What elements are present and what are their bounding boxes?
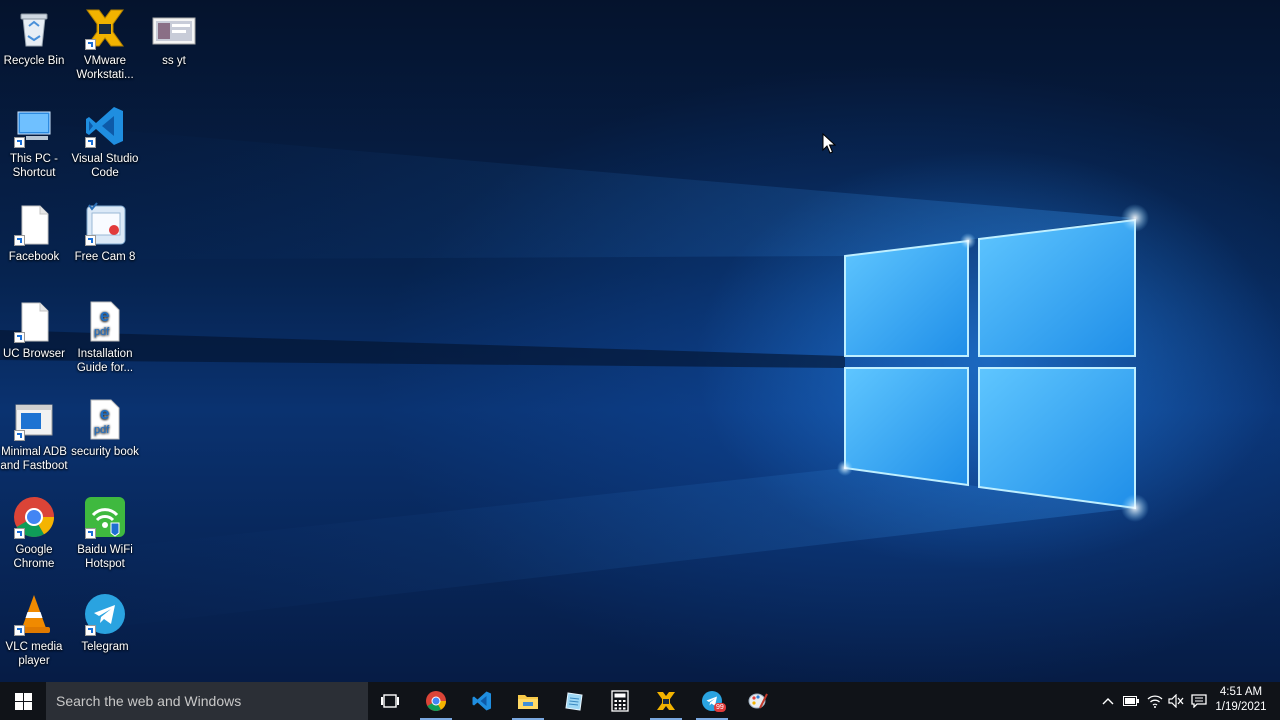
taskbar-app-calculator[interactable] bbox=[598, 682, 642, 720]
window-app-icon bbox=[12, 397, 56, 441]
recycle-bin-icon bbox=[12, 6, 56, 50]
action-center-button[interactable] bbox=[1187, 682, 1211, 720]
taskbar-app-chrome[interactable] bbox=[414, 682, 458, 720]
taskbar-app-notepad[interactable] bbox=[552, 682, 596, 720]
desktop-icon-vscode[interactable]: Visual Studio Code bbox=[69, 102, 141, 180]
svg-text:e: e bbox=[100, 306, 109, 325]
shortcut-arrow-icon bbox=[85, 137, 96, 148]
desktop-icon-installation-guide[interactable]: e pdf Installation Guide for... bbox=[69, 297, 141, 375]
desktop-icon-label: Facebook bbox=[8, 251, 60, 263]
taskbar-search-box[interactable]: Search the web and Windows bbox=[46, 682, 368, 720]
desktop-icon-google-chrome[interactable]: Google Chrome bbox=[0, 493, 70, 571]
desktop-icon-recycle-bin[interactable]: Recycle Bin bbox=[0, 4, 70, 68]
volume-button[interactable] bbox=[1164, 682, 1188, 720]
desktop-icon-free-cam[interactable]: Free Cam 8 bbox=[69, 200, 141, 264]
taskbar-app-paint[interactable] bbox=[736, 682, 780, 720]
desktop-icon-label: VLC media player bbox=[5, 641, 63, 667]
shortcut-arrow-icon bbox=[14, 137, 25, 148]
taskbar: Search the web and Windows 99 4:51 AM 1/… bbox=[0, 682, 1280, 720]
taskbar-app-vscode[interactable] bbox=[460, 682, 504, 720]
desktop-icon-label: Recycle Bin bbox=[3, 55, 65, 67]
baidu-wifi-icon bbox=[83, 495, 127, 539]
edge-pdf-icon: e pdf bbox=[83, 397, 127, 441]
edge-pdf-icon: e pdf bbox=[83, 299, 127, 343]
paint-icon bbox=[748, 693, 768, 709]
taskbar-app-vmware[interactable] bbox=[644, 682, 688, 720]
image-thumbnail-icon bbox=[152, 6, 196, 50]
vscode-icon bbox=[472, 691, 491, 711]
telegram-unread-badge: 99 bbox=[714, 703, 726, 712]
desktop-icon-label: Telegram bbox=[81, 641, 129, 653]
desktop-icon-telegram[interactable]: Telegram bbox=[69, 590, 141, 654]
shortcut-arrow-icon bbox=[85, 528, 96, 539]
desktop-icon-label: Minimal ADB and Fastboot bbox=[0, 446, 68, 472]
desktop[interactable]: Recycle Bin This PC - Shortcut Facebook bbox=[0, 0, 1280, 682]
start-button[interactable] bbox=[0, 682, 46, 720]
desktop-icon-ss-yt[interactable]: ss yt bbox=[138, 4, 210, 68]
vmware-icon bbox=[657, 692, 675, 710]
shortcut-arrow-icon bbox=[14, 528, 25, 539]
desktop-icon-security-book[interactable]: e pdf security book bbox=[69, 395, 141, 459]
svg-text:e: e bbox=[100, 404, 109, 423]
telegram-icon bbox=[83, 592, 127, 636]
battery-icon bbox=[1123, 696, 1139, 706]
notification-icon bbox=[1191, 694, 1207, 708]
chevron-up-icon bbox=[1102, 698, 1114, 705]
this-pc-icon bbox=[12, 104, 56, 148]
shortcut-arrow-icon bbox=[85, 39, 96, 50]
volume-muted-icon bbox=[1168, 694, 1184, 708]
folder-icon bbox=[518, 695, 538, 709]
battery-button[interactable] bbox=[1119, 682, 1143, 720]
clock-date: 1/19/2021 bbox=[1215, 701, 1267, 713]
taskbar-clock[interactable]: 4:51 AM 1/19/2021 bbox=[1214, 685, 1268, 715]
desktop-icon-label: Google Chrome bbox=[13, 544, 55, 570]
chrome-icon bbox=[426, 691, 446, 711]
desktop-icon-label: VMware Workstati... bbox=[76, 55, 134, 81]
shortcut-arrow-icon bbox=[14, 235, 25, 246]
show-hidden-icons-button[interactable] bbox=[1096, 682, 1120, 720]
shortcut-arrow-icon bbox=[14, 332, 25, 343]
taskbar-app-telegram[interactable]: 99 bbox=[690, 682, 734, 720]
free-cam-icon bbox=[83, 202, 127, 246]
windows-logo-icon bbox=[14, 692, 32, 710]
calculator-icon bbox=[611, 690, 629, 712]
shortcut-arrow-icon bbox=[14, 430, 25, 441]
svg-text:pdf: pdf bbox=[94, 326, 110, 338]
file-icon bbox=[12, 202, 56, 246]
desktop-icon-vlc[interactable]: VLC media player bbox=[0, 590, 70, 668]
clock-time: 4:51 AM bbox=[1219, 686, 1263, 698]
desktop-icon-vmware[interactable]: VMware Workstati... bbox=[69, 4, 141, 82]
desktop-icon-label: Baidu WiFi Hotspot bbox=[77, 544, 133, 570]
desktop-icon-label: Visual Studio Code bbox=[71, 153, 139, 179]
desktop-icon-label: UC Browser bbox=[3, 348, 65, 360]
vlc-icon bbox=[12, 592, 56, 636]
shortcut-arrow-icon bbox=[14, 625, 25, 636]
desktop-icon-label: Free Cam 8 bbox=[74, 251, 136, 263]
svg-text:pdf: pdf bbox=[94, 424, 110, 436]
task-view-button[interactable] bbox=[368, 682, 412, 720]
shortcut-arrow-icon bbox=[85, 625, 96, 636]
desktop-icon-uc-browser[interactable]: UC Browser bbox=[0, 297, 70, 361]
desktop-icon-facebook[interactable]: Facebook bbox=[0, 200, 70, 264]
wifi-icon bbox=[1147, 695, 1163, 708]
mouse-cursor-icon bbox=[822, 133, 836, 154]
file-icon bbox=[12, 299, 56, 343]
chrome-icon bbox=[12, 495, 56, 539]
desktop-icon-label: Installation Guide for... bbox=[76, 348, 134, 374]
taskbar-app-file-explorer[interactable] bbox=[506, 682, 550, 720]
desktop-icon-this-pc[interactable]: This PC - Shortcut bbox=[0, 102, 70, 180]
notepad-icon bbox=[565, 692, 583, 711]
desktop-icon-label: security book bbox=[71, 446, 139, 458]
search-placeholder: Search the web and Windows bbox=[56, 693, 242, 709]
task-view-icon bbox=[381, 694, 399, 708]
vscode-icon bbox=[83, 104, 127, 148]
shortcut-arrow-icon bbox=[85, 235, 96, 246]
wallpaper bbox=[0, 120, 1149, 640]
desktop-icon-label: This PC - Shortcut bbox=[10, 153, 58, 179]
vmware-icon bbox=[83, 6, 127, 50]
desktop-icon-label: ss yt bbox=[162, 55, 186, 67]
desktop-icon-minimal-adb[interactable]: Minimal ADB and Fastboot bbox=[0, 395, 70, 473]
desktop-icon-baidu-wifi[interactable]: Baidu WiFi Hotspot bbox=[69, 493, 141, 571]
